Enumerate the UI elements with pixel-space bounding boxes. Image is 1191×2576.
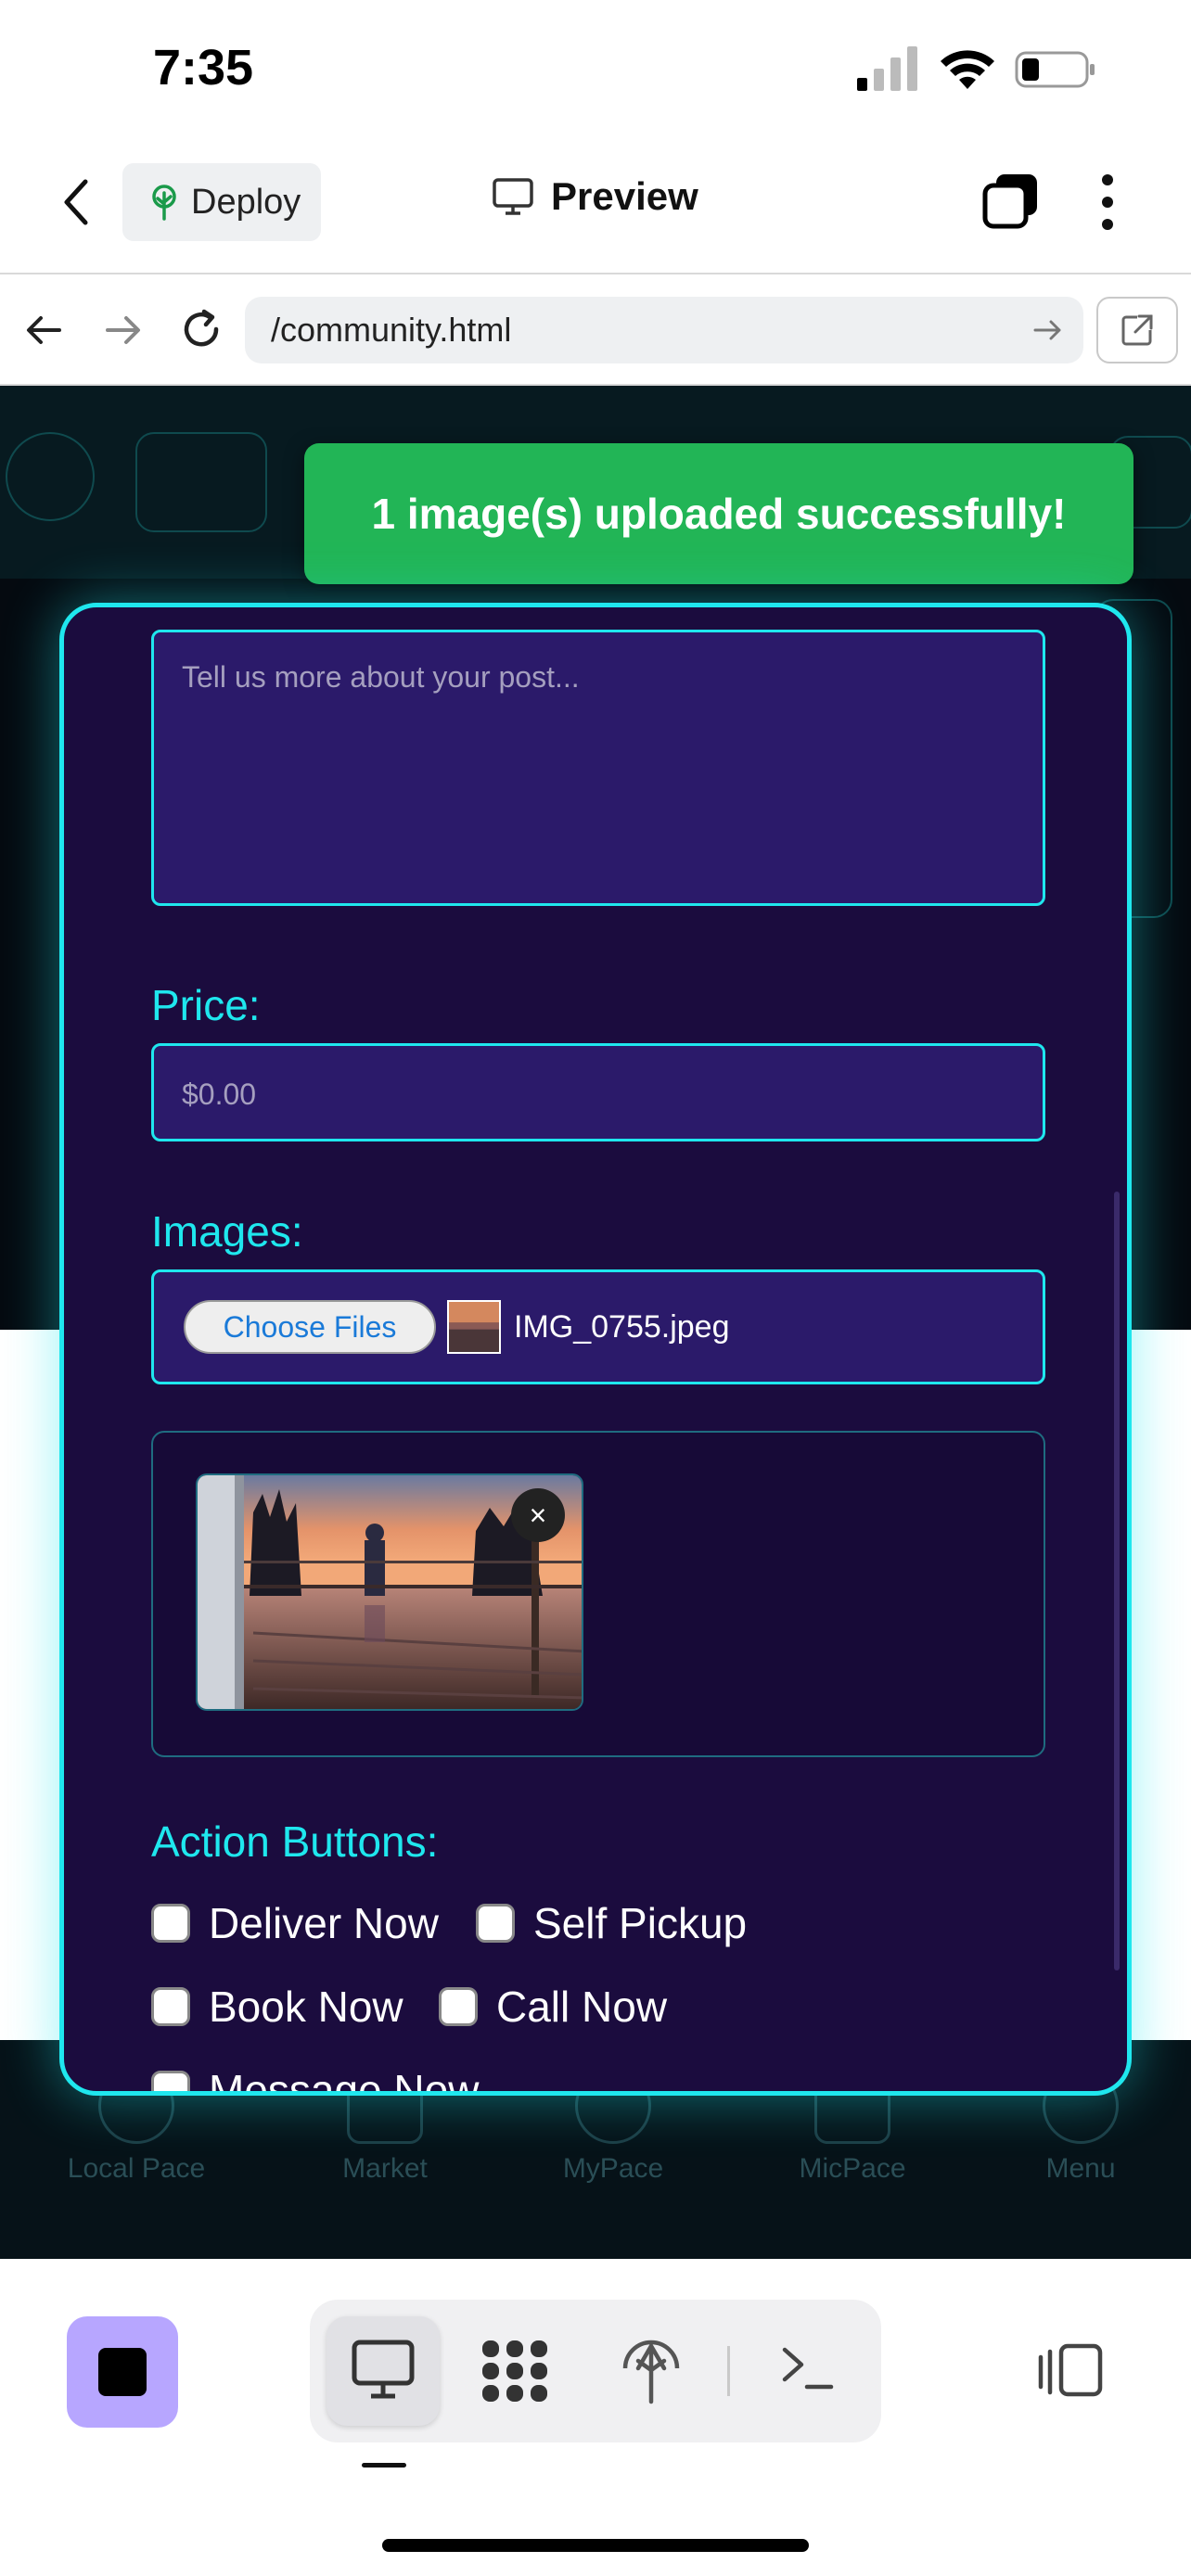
url-text: /community.html <box>271 311 512 349</box>
checkbox[interactable] <box>151 1987 190 2026</box>
preview-title: Preview <box>492 174 698 219</box>
choose-files-button[interactable]: Choose Files <box>184 1300 436 1354</box>
status-time: 7:35 <box>153 40 254 96</box>
switcher-divider <box>727 2346 730 2396</box>
action-book-now[interactable]: Book Now <box>151 1982 403 2032</box>
checkbox[interactable] <box>439 1987 478 2026</box>
price-placeholder: $0.00 <box>182 1078 257 1111</box>
deploy-label: Deploy <box>191 182 301 222</box>
action-call-now[interactable]: Call Now <box>439 1982 667 2032</box>
external-link-icon <box>1121 314 1153 346</box>
uploaded-image-preview: × <box>196 1473 583 1711</box>
image-preview-area: × <box>151 1431 1045 1757</box>
checkbox-label: Deliver Now <box>209 1899 439 1947</box>
stop-icon <box>98 2348 147 2396</box>
home-indicator <box>382 2539 809 2552</box>
images-label: Images: <box>151 1207 303 1256</box>
reload-icon[interactable] <box>178 306 224 352</box>
action-deliver-now[interactable]: Deliver Now <box>151 1898 439 1948</box>
checkbox[interactable] <box>151 1904 190 1943</box>
workspace-grid-icon[interactable] <box>479 2337 551 2405</box>
remove-image-button[interactable]: × <box>511 1488 565 1542</box>
tree-icon <box>152 185 176 221</box>
image-file-input[interactable]: Choose Files IMG_0755.jpeg <box>151 1269 1045 1384</box>
checkbox-label: Book Now <box>209 1983 403 2031</box>
action-self-pickup[interactable]: Self Pickup <box>476 1898 747 1948</box>
create-post-modal: Tell us more about your post... Price: $… <box>59 603 1132 2096</box>
battery-icon <box>1015 51 1095 88</box>
more-options-icon[interactable] <box>1095 172 1121 232</box>
browser-back-icon[interactable] <box>24 310 65 351</box>
active-tab-underline <box>362 2463 406 2468</box>
device-switch-icon[interactable] <box>1035 2340 1106 2400</box>
cellular-signal-icon <box>857 46 917 91</box>
browser-forward-icon[interactable] <box>102 310 143 351</box>
tabs-icon[interactable] <box>981 172 1039 230</box>
description-textarea[interactable]: Tell us more about your post... <box>151 630 1045 906</box>
monitor-icon <box>493 178 533 215</box>
desktop-preview-icon[interactable] <box>349 2337 417 2402</box>
checkbox-label: Self Pickup <box>533 1899 748 1947</box>
file-thumbnail <box>447 1300 501 1354</box>
deploy-button[interactable]: Deploy <box>122 163 321 241</box>
preview-label: Preview <box>551 174 698 218</box>
wifi-icon <box>941 50 994 89</box>
action-message-now[interactable]: Message Now <box>151 2065 480 2096</box>
description-placeholder: Tell us more about your post... <box>182 660 580 694</box>
checkbox[interactable] <box>151 2071 190 2091</box>
checkbox[interactable] <box>476 1904 515 1943</box>
upload-success-toast: 1 image(s) uploaded successfully! <box>304 443 1133 584</box>
checkbox-label: Call Now <box>496 1983 668 2031</box>
url-field[interactable]: /community.html <box>245 297 1083 363</box>
back-chevron-icon[interactable] <box>58 174 95 230</box>
price-input[interactable]: $0.00 <box>151 1043 1045 1141</box>
terminal-icon[interactable] <box>779 2340 837 2396</box>
action-buttons-label: Action Buttons: <box>151 1817 439 1866</box>
url-go-arrow-icon[interactable] <box>1031 313 1065 347</box>
price-label: Price: <box>151 981 261 1029</box>
checkbox-label: Message Now <box>209 2066 480 2096</box>
file-name: IMG_0755.jpeg <box>514 1309 730 1345</box>
toast-message: 1 image(s) uploaded successfully! <box>371 490 1067 538</box>
open-external-button[interactable] <box>1096 297 1178 363</box>
stop-button[interactable] <box>67 2316 178 2428</box>
modal-scrollbar[interactable] <box>1114 1192 1120 1970</box>
deploy-tree-icon[interactable] <box>620 2337 683 2405</box>
